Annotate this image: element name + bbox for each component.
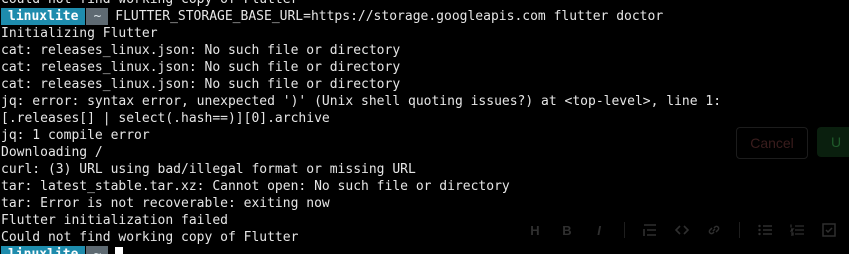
quote-icon bbox=[643, 223, 657, 237]
terminal-line: jq: 1 compile error bbox=[1, 128, 150, 143]
background-primary-button: U bbox=[817, 127, 849, 157]
heading-icon: H bbox=[530, 222, 540, 238]
terminal-line: tar: Error is not recoverable: exiting n… bbox=[1, 196, 330, 211]
prompt-host-segment: linuxlite bbox=[1, 246, 86, 254]
terminal-line: cat: releases_linux.json: No such file o… bbox=[1, 77, 401, 92]
prompt-command: FLUTTER_STORAGE_BASE_URL=https://storage… bbox=[115, 9, 664, 24]
terminal-line: Initializing Flutter bbox=[1, 26, 158, 41]
task-list-icon bbox=[822, 223, 836, 237]
prompt-host-segment: linuxlite bbox=[1, 8, 86, 25]
terminal-line: Could not find working copy of Flutter bbox=[1, 0, 849, 8]
prompt-line: linuxlite ~ FLUTTER_STORAGE_BASE_URL=https… bbox=[1, 8, 849, 25]
terminal-line: curl: (3) URL using bad/illegal format o… bbox=[1, 162, 416, 177]
terminal-line: jq: error: syntax error, unexpected ')' … bbox=[1, 94, 722, 109]
background-cancel-button: Cancel bbox=[736, 127, 808, 159]
terminal-line: cat: releases_linux.json: No such file o… bbox=[1, 43, 401, 58]
numbered-list-icon bbox=[790, 223, 804, 237]
prompt-dir-segment: ~ bbox=[86, 8, 109, 25]
italic-icon: I bbox=[597, 222, 601, 238]
terminal-output: Could not find working copy of Flutter l… bbox=[1, 0, 849, 254]
link-icon bbox=[707, 223, 721, 237]
active-prompt-line[interactable]: linuxlite~ bbox=[1, 246, 849, 254]
code-icon bbox=[675, 223, 689, 237]
toolbar-divider bbox=[739, 222, 740, 238]
terminal-line: Downloading / bbox=[1, 145, 103, 160]
terminal-line: cat: releases_linux.json: No such file o… bbox=[1, 60, 401, 75]
terminal-window[interactable]: Could not find working copy of Flutter l… bbox=[0, 0, 849, 254]
toolbar-divider bbox=[624, 222, 625, 238]
bulleted-list-icon bbox=[758, 223, 772, 237]
bold-icon: B bbox=[562, 222, 572, 238]
background-editor-toolbar: H B I bbox=[528, 220, 849, 240]
terminal-line: tar: latest_stable.tar.xz: Cannot open: … bbox=[1, 179, 510, 194]
prompt-dir-segment: ~ bbox=[86, 246, 109, 254]
text-cursor bbox=[115, 247, 124, 254]
terminal-line: [.releases[] | select(.hash==)][0].archi… bbox=[1, 111, 330, 126]
